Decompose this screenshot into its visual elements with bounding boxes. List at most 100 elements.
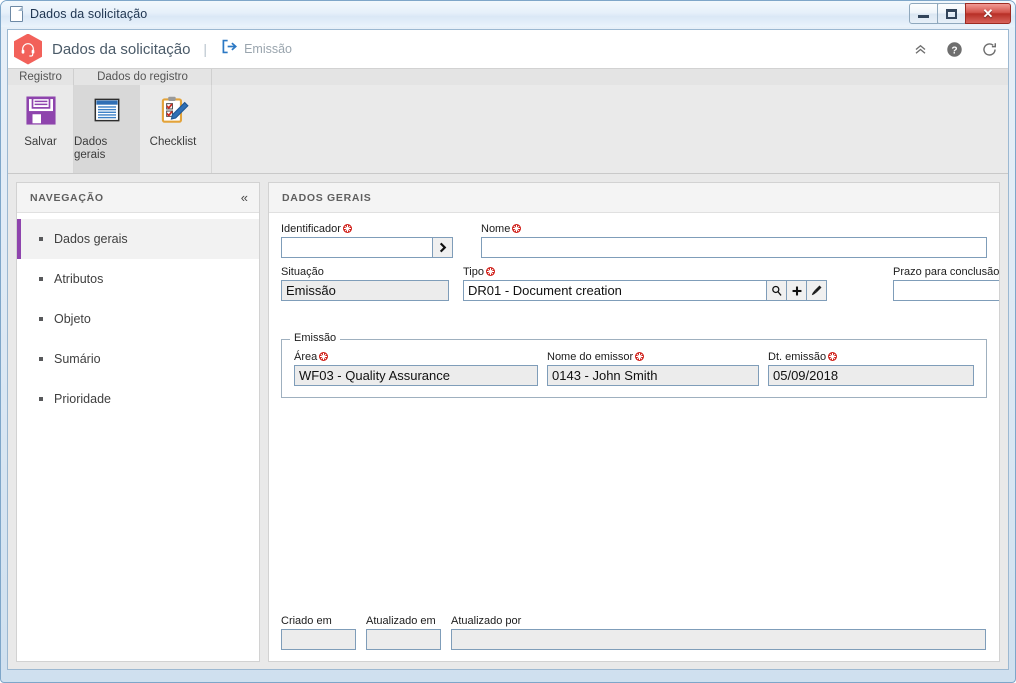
required-icon [635, 352, 645, 361]
prazo-input[interactable] [893, 280, 999, 301]
maximize-button[interactable] [937, 3, 966, 24]
add-icon[interactable] [786, 280, 807, 301]
export-arrow-icon [220, 38, 238, 60]
field-atualizado-por-label: Atualizado por [451, 615, 522, 627]
bullet-icon [39, 317, 43, 321]
field-nome-emissor: Nome do emissor [547, 351, 759, 386]
audit-fields: Criado em Atualizado em Atualizado por [281, 615, 987, 650]
required-icon [512, 224, 522, 233]
navigation-header: NAVEGAÇÃO « [17, 183, 259, 213]
tipo-input[interactable] [463, 280, 767, 301]
sidebar-item-dados-gerais[interactable]: Dados gerais [17, 219, 259, 259]
sidebar-item-label: Prioridade [54, 392, 111, 406]
sidebar-item-label: Objeto [54, 312, 91, 326]
checklist-clipboard-icon [156, 93, 190, 130]
ribbon-button-salvar[interactable]: Salvar [8, 85, 73, 149]
help-icon[interactable]: ? [946, 41, 963, 58]
ribbon-tab-registro[interactable]: Registro [8, 69, 74, 85]
dt-emissao-input [768, 365, 974, 386]
ribbon-tab-dados-do-registro[interactable]: Dados do registro [74, 69, 212, 85]
collapse-ribbon-icon[interactable] [913, 42, 928, 57]
main-panel-header: DADOS GERAIS [269, 183, 999, 213]
ribbon: Salvar Dados gerais Checklist [8, 85, 1008, 174]
refresh-icon[interactable] [981, 41, 998, 58]
bullet-icon [39, 357, 43, 361]
sidebar-item-label: Sumário [54, 352, 101, 366]
ribbon-button-dados-gerais-label: Dados gerais [74, 136, 108, 161]
emissao-link[interactable]: Emissão [220, 38, 292, 60]
field-tipo: Tipo [463, 266, 827, 301]
ribbon-button-checklist[interactable]: Checklist [140, 85, 206, 149]
required-icon [342, 224, 352, 233]
field-area-label: Área [294, 351, 538, 364]
required-icon [486, 267, 495, 276]
page-title: Dados da solicitação [52, 40, 191, 58]
minimize-button[interactable] [909, 3, 938, 24]
emissao-fieldset: Emissão Área Nome do emissor [281, 332, 987, 398]
field-situacao: Situação [281, 266, 449, 301]
bullet-icon [39, 397, 43, 401]
client-area: Dados da solicitação | Emissão ? Registr… [7, 29, 1009, 670]
sidebar-item-prioridade[interactable]: Prioridade [17, 379, 259, 419]
navigation-list: Dados gerais Atributos Objeto Sumário Pr… [17, 213, 259, 419]
identificador-input[interactable] [281, 237, 433, 258]
main-panel-title: DADOS GERAIS [282, 191, 372, 204]
field-prazo: Prazo para conclusão [893, 266, 1000, 301]
collapse-sidebar-icon[interactable]: « [241, 191, 248, 204]
svg-text:?: ? [951, 45, 957, 56]
general-data-form: Identificador Nome Situação Emissão Tipo… [269, 213, 999, 660]
field-dt-emissao-label: Dt. emissão [768, 351, 974, 364]
sidebar-item-label: Atributos [54, 272, 104, 286]
field-criado-em-label: Criado em [281, 615, 332, 627]
content-area: NAVEGAÇÃO « Dados gerais Atributos Objet… [8, 174, 1008, 669]
maximize-icon [946, 8, 957, 19]
field-atualizado-em: Atualizado em [366, 615, 441, 650]
header-separator: | [203, 41, 208, 57]
ribbon-button-checklist-label: Checklist [149, 136, 197, 148]
field-nome: Nome [481, 223, 987, 258]
field-area: Área [294, 351, 538, 386]
sidebar-item-atributos[interactable]: Atributos [17, 259, 259, 299]
app-header: Dados da solicitação | Emissão ? [8, 30, 1008, 68]
required-icon [319, 352, 329, 361]
sidebar-item-sumario[interactable]: Sumário [17, 339, 259, 379]
field-nome-emissor-label: Nome do emissor [547, 351, 759, 364]
situacao-input [281, 280, 449, 301]
ribbon-empty-area [212, 85, 1008, 173]
sidebar-item-objeto[interactable]: Objeto [17, 299, 259, 339]
main-panel: DADOS GERAIS Identificador Nome Situação… [268, 182, 1000, 662]
field-identificador-label: Identificador [281, 223, 461, 236]
ribbon-group-dados-do-registro: Dados gerais Checklist [74, 85, 212, 173]
nome-input[interactable] [481, 237, 987, 258]
field-atualizado-por: Atualizado por [451, 615, 987, 650]
nome-emissor-input [547, 365, 759, 386]
field-criado-em: Criado em [281, 615, 356, 650]
ribbon-tab-strip: Registro Dados do registro [8, 68, 1008, 85]
close-button[interactable]: ✕ [965, 3, 1011, 24]
search-icon[interactable] [766, 280, 787, 301]
general-data-icon [90, 93, 124, 130]
ribbon-button-dados-gerais[interactable]: Dados gerais [74, 85, 140, 173]
clear-icon[interactable] [806, 280, 827, 301]
field-dt-emissao: Dt. emissão [768, 351, 974, 386]
form-row-2: Situação Tipo [281, 266, 999, 301]
minimize-icon [918, 15, 929, 18]
field-nome-label: Nome [481, 223, 987, 236]
application-window: Dados da solicitação ✕ Dados da solicita… [0, 0, 1016, 683]
close-icon: ✕ [982, 5, 994, 21]
field-identificador: Identificador [281, 223, 461, 258]
identificador-lookup-button[interactable] [432, 237, 453, 258]
required-icon [828, 352, 838, 361]
form-row-1: Identificador Nome [281, 223, 987, 258]
atualizado-em-input [366, 629, 441, 650]
field-atualizado-em-label: Atualizado em [366, 615, 436, 627]
field-situacao-label: Situação [281, 266, 324, 278]
header-actions: ? [913, 30, 998, 68]
navigation-title: NAVEGAÇÃO [30, 191, 104, 204]
title-bar: Dados da solicitação ✕ [1, 1, 1015, 27]
area-input [294, 365, 538, 386]
sidebar-item-label: Dados gerais [54, 232, 128, 246]
field-prazo-label: Prazo para conclusão [893, 266, 1000, 278]
criado-em-input [281, 629, 356, 650]
ribbon-group-registro: Salvar [8, 85, 74, 173]
